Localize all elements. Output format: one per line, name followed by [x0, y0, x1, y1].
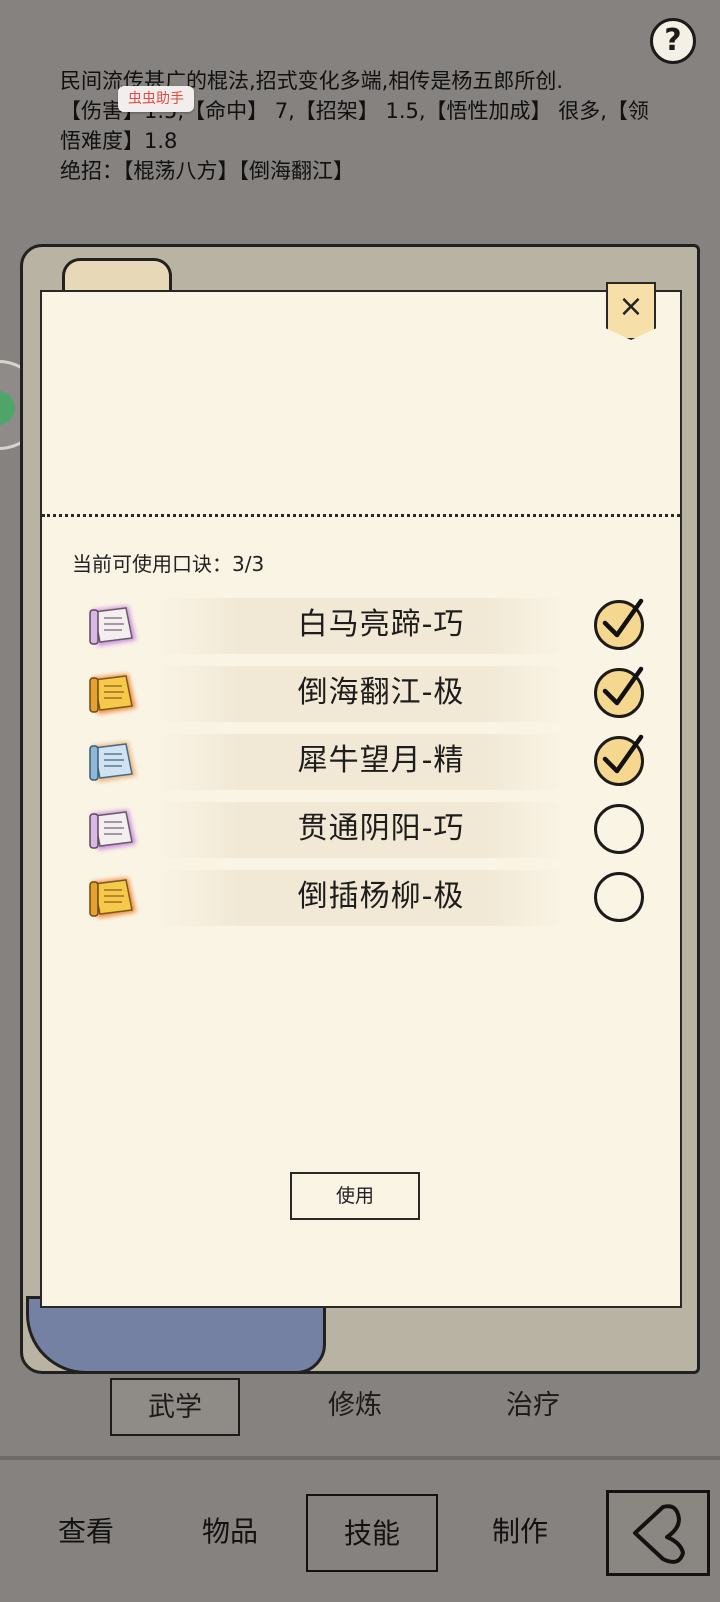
assistant-icon: [0, 391, 15, 425]
formula-checkbox[interactable]: [594, 666, 644, 718]
help-button[interactable]: ?: [650, 18, 696, 64]
formula-name: 犀牛望月-精: [297, 743, 465, 778]
subtab-xiulian[interactable]: 修炼: [290, 1378, 420, 1436]
formula-row[interactable]: 贯通阴阳-巧: [86, 798, 646, 862]
checkmark-icon: [602, 666, 644, 706]
checkmark-icon: [602, 734, 644, 774]
purple-scroll-icon: [89, 810, 136, 850]
checkmark-icon: [602, 598, 644, 638]
gold-scroll-icon: [89, 674, 136, 714]
purple-scroll-icon: [89, 606, 136, 646]
formula-row[interactable]: 倒海翻江-极: [86, 662, 646, 726]
nav-view[interactable]: 查看: [20, 1494, 152, 1572]
formula-row[interactable]: 白马亮蹄-巧: [86, 594, 646, 658]
overlay-badge[interactable]: 虫虫助手: [118, 86, 194, 112]
use-button[interactable]: 使用: [290, 1172, 420, 1220]
formula-checkbox[interactable]: [594, 734, 644, 786]
formula-name: 倒插杨柳-极: [297, 879, 465, 914]
available-formulas: 当前可使用口诀：3/3: [72, 548, 264, 577]
available-count: 3/3: [232, 552, 265, 576]
formula-row[interactable]: 倒插杨柳-极: [86, 866, 646, 930]
description-line-4: 绝招：【棍荡八方】【倒海翻江】: [60, 159, 354, 183]
nav-craft[interactable]: 制作: [454, 1494, 586, 1572]
close-icon: ×: [618, 289, 644, 324]
subtab-zhiliao[interactable]: 治疗: [468, 1378, 598, 1436]
subtab-wuxue[interactable]: 武学: [110, 1378, 240, 1436]
gold-scroll-icon: [89, 878, 136, 918]
skill-description: 民间流传甚广的棍法,招式变化多端,相传是杨五郎所创. 【伤害】1.5,【命中】 …: [60, 66, 660, 186]
formula-checkbox[interactable]: [594, 598, 644, 650]
blue-scroll-icon: [89, 742, 136, 782]
back-button[interactable]: [606, 1490, 710, 1576]
nav-skills[interactable]: 技能: [306, 1494, 438, 1572]
formula-checkbox[interactable]: [594, 804, 644, 854]
nav-items[interactable]: 物品: [164, 1494, 296, 1572]
formula-name: 贯通阴阳-巧: [297, 811, 465, 846]
back-arrow-icon: [633, 1504, 685, 1564]
available-label: 当前可使用口诀：: [72, 552, 232, 576]
formula-name: 倒海翻江-极: [297, 675, 465, 710]
divider: [0, 1456, 720, 1460]
formula-name: 白马亮蹄-巧: [297, 607, 465, 642]
close-button[interactable]: ×: [606, 282, 656, 340]
dotted-divider: [42, 514, 680, 517]
formula-checkbox[interactable]: [594, 872, 644, 922]
formula-row[interactable]: 犀牛望月-精: [86, 730, 646, 794]
description-line-3: 悟难度】1.8: [60, 129, 178, 153]
